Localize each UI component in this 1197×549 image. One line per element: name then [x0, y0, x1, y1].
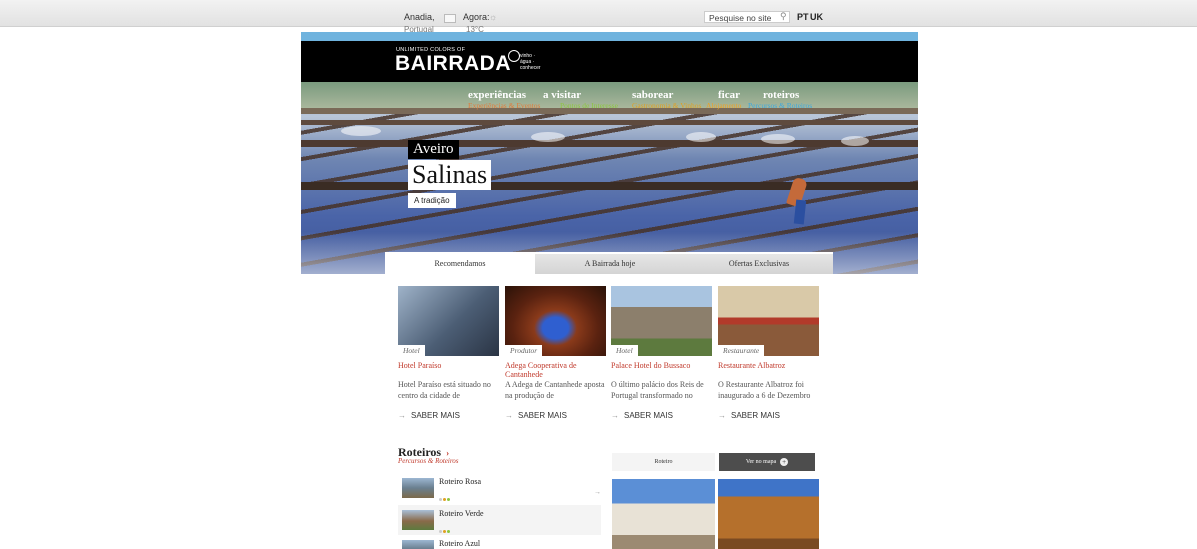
route-name[interactable]: Roteiro Verde — [439, 509, 484, 518]
route-photo-cathedral[interactable] — [718, 479, 819, 549]
hero-subtitle: A tradição — [408, 193, 456, 208]
card-title[interactable]: Palace Hotel do Bussaco — [611, 361, 712, 370]
nav-a-visitar-sub[interactable]: Pontos de Interesse — [560, 101, 618, 110]
saber-mais-link[interactable]: → SABER MAIS — [611, 411, 673, 420]
logo-emblem-icon — [508, 50, 520, 62]
nav-roteiros[interactable]: roteiros — [763, 89, 799, 101]
card-title[interactable]: Adega Cooperativa de Cantanhede — [505, 361, 606, 379]
hero-title[interactable]: Salinas — [408, 160, 492, 190]
now-label: Agora: — [463, 12, 490, 22]
sun-icon: ☼ — [489, 12, 498, 22]
nav-experiencias-sub[interactable]: Experiências & Eventos — [468, 101, 540, 110]
card-description: A Adega de Cantanhede aposta na produção… — [505, 380, 605, 400]
route-name[interactable]: Roteiro Azul — [439, 539, 480, 548]
card-title[interactable]: Restaurante Albatroz — [718, 361, 819, 370]
card-tag: Hotel — [398, 345, 425, 356]
nav-a-visitar[interactable]: a visitar — [543, 89, 581, 101]
route-thumbnail — [402, 540, 434, 549]
header-sky — [301, 32, 918, 41]
tab-roteiro[interactable]: Roteiro — [612, 453, 715, 471]
route-item-verde[interactable]: Roteiro Verde — [398, 505, 601, 535]
hero-image — [301, 82, 918, 274]
search-icon[interactable]: ⚲ — [780, 11, 787, 22]
site-logo[interactable]: BAIRRADA — [395, 52, 511, 76]
route-difficulty — [439, 488, 451, 506]
map-button[interactable]: Ver no mapa + — [719, 453, 815, 471]
card-description: O Restaurante Albatroz foi inaugurado a … — [718, 380, 811, 400]
tab-recomendamos[interactable]: Recomendamos — [385, 254, 535, 274]
nav-saborear[interactable]: saborear — [632, 89, 673, 101]
header-bar — [301, 41, 918, 82]
route-name[interactable]: Roteiro Rosa — [439, 477, 481, 486]
lang-uk-link[interactable]: UK — [810, 12, 823, 22]
search-input[interactable]: Pesquise no site — [704, 11, 790, 23]
nav-ficar-sub[interactable]: Alojamento — [706, 101, 741, 110]
route-thumbnail — [402, 510, 434, 530]
card-description: O último palácio dos Reis de Portugal tr… — [611, 380, 704, 400]
route-item-azul[interactable]: Roteiro Azul — [398, 535, 601, 549]
nav-saborear-sub[interactable]: Gastronomia & Vinhos — [632, 101, 701, 110]
card-tag: Hotel — [611, 345, 638, 356]
top-bar — [0, 0, 1197, 27]
tab-a-bairrada-hoje[interactable]: A Bairrada hoje — [535, 254, 685, 274]
arrow-right-icon: → — [505, 411, 513, 420]
arrow-right-icon: → — [611, 411, 619, 420]
card-tag: Restaurante — [718, 345, 765, 356]
route-item-rosa[interactable]: Roteiro Rosa → — [398, 473, 601, 503]
plus-icon: + — [780, 457, 789, 466]
arrow-right-icon: → — [718, 411, 726, 420]
brand-tagline: vinho · água · conhecer — [520, 53, 541, 71]
nav-roteiros-sub[interactable]: Percursos & Roteiros — [748, 101, 812, 110]
lang-pt-link[interactable]: PT — [797, 12, 809, 22]
route-photo-church[interactable] — [612, 479, 715, 549]
card-title[interactable]: Hotel Paraíso — [398, 361, 499, 370]
weather-icon — [444, 14, 456, 23]
nav-experiencias[interactable]: experiências — [468, 89, 526, 101]
card-tag: Produtor — [505, 345, 543, 356]
arrow-right-icon: → — [594, 489, 601, 496]
location-label: Anadia, — [404, 12, 435, 22]
route-thumbnail — [402, 478, 434, 498]
tab-ofertas-exclusivas[interactable]: Ofertas Exclusivas — [685, 254, 833, 274]
nav-ficar[interactable]: ficar — [718, 89, 740, 101]
saber-mais-link[interactable]: → SABER MAIS — [718, 411, 780, 420]
arrow-right-icon: → — [398, 411, 406, 420]
card-description: Hotel Paraíso está situado no centro da … — [398, 380, 491, 400]
saber-mais-link[interactable]: → SABER MAIS — [505, 411, 567, 420]
hero-location: Aveiro — [408, 140, 459, 159]
roteiros-subheading: Percursos & Roteiros — [398, 457, 459, 465]
saber-mais-link[interactable]: → SABER MAIS — [398, 411, 460, 420]
